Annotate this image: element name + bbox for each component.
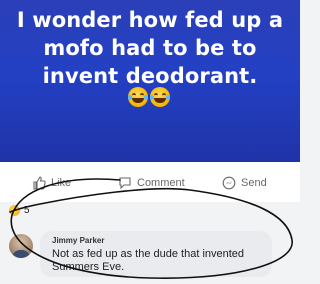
- post-text: I wonder how fed up a mofo had to be to …: [16, 8, 284, 88]
- action-bar: Like Comment Send: [0, 162, 300, 202]
- reactions-summary[interactable]: 5: [9, 205, 30, 216]
- comment-author[interactable]: Jimmy Parker: [52, 236, 104, 245]
- send-button[interactable]: Send: [222, 176, 267, 190]
- comment-bubble: Jimmy Parker Not as fed up as the dude t…: [40, 231, 272, 277]
- reaction-count: 5: [24, 205, 30, 216]
- laughing-emoji-icon: [150, 87, 170, 107]
- thumbs-up-icon: [33, 176, 46, 190]
- messenger-icon: [222, 176, 236, 190]
- avatar[interactable]: [9, 234, 33, 258]
- post-banner: I wonder how fed up a mofo had to be to …: [0, 0, 300, 162]
- comment-icon: [119, 177, 131, 190]
- laughing-reaction-icon: [9, 205, 20, 216]
- comment-label: Comment: [137, 177, 185, 189]
- laughing-emoji-icon: [128, 87, 148, 107]
- send-label: Send: [241, 177, 267, 189]
- like-button[interactable]: Like: [32, 176, 71, 190]
- like-label: Like: [51, 177, 72, 189]
- comment-text: Not as fed up as the dude that invented …: [52, 248, 245, 273]
- comment-button[interactable]: Comment: [118, 176, 185, 190]
- emoji-row: [128, 87, 170, 107]
